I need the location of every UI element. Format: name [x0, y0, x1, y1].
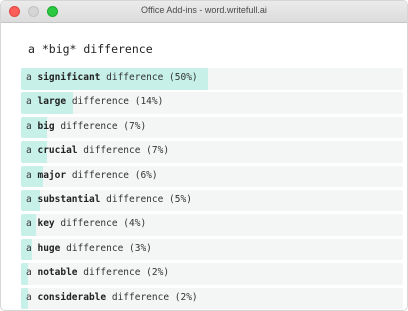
suggestion-suffix: difference (14%): [71, 96, 164, 108]
suggestion-row[interactable]: a substantial difference (5%): [21, 189, 403, 212]
suggestion-text: a major difference (6%): [26, 170, 158, 181]
suggestion-word: notable: [37, 267, 78, 279]
search-query: a *big* difference: [28, 42, 153, 56]
suggestion-text: a substantial difference (5%): [26, 194, 192, 205]
suggestion-text: a notable difference (2%): [26, 267, 169, 278]
suggestion-row[interactable]: a big difference (7%): [21, 116, 403, 139]
suggestion-prefix: a: [26, 242, 32, 254]
suggestion-row[interactable]: a large difference (14%): [21, 92, 403, 114]
suggestion-word: huge: [37, 242, 61, 254]
suggestion-row[interactable]: a major difference (6%): [21, 165, 403, 188]
suggestion-prefix: a: [26, 169, 32, 181]
suggestion-prefix: a: [26, 145, 32, 157]
suggestion-text: a crucial difference (7%): [26, 145, 169, 156]
title-bar: Office Add-ins - word.writefull.ai: [1, 1, 407, 23]
addin-window: Office Add-ins - word.writefull.ai a *bi…: [0, 0, 408, 311]
suggestion-prefix: a: [26, 193, 32, 205]
suggestion-text: a large difference (14%): [26, 96, 163, 107]
suggestion-row[interactable]: a significant difference (50%): [21, 68, 403, 90]
suggestion-suffix: difference (4%): [60, 218, 147, 230]
suggestion-text: a significant difference (50%): [26, 72, 198, 83]
suggestion-suffix: difference (5%): [106, 193, 192, 205]
suggestion-row[interactable]: a crucial difference (7%): [21, 141, 403, 163]
suggestion-word: substantial: [37, 193, 101, 205]
suggestion-word: large: [37, 96, 67, 108]
suggestion-word: big: [37, 120, 55, 132]
suggestion-suffix: difference (3%): [66, 242, 152, 254]
suggestion-word: considerable: [37, 291, 107, 303]
window-title: Office Add-ins - word.writefull.ai: [141, 5, 267, 15]
suggestion-text: a big difference (7%): [26, 121, 146, 132]
suggestion-suffix: difference (50%): [106, 72, 198, 83]
suggestion-text: a considerable difference (2%): [26, 292, 198, 303]
suggestion-row[interactable]: a key difference (4%): [21, 214, 403, 236]
suggestion-row[interactable]: a notable difference (2%): [21, 263, 403, 285]
suggestion-prefix: a: [26, 267, 32, 279]
suggestion-list: a significant difference (50%) a large di…: [21, 68, 403, 310]
suggestion-suffix: difference (7%): [60, 120, 147, 132]
suggestion-text: a huge difference (3%): [26, 243, 152, 254]
suggestion-suffix: difference (6%): [71, 169, 158, 181]
suggestion-prefix: a: [26, 72, 32, 83]
suggestion-word: crucial: [37, 145, 78, 157]
suggestion-word: major: [37, 169, 67, 181]
suggestion-prefix: a: [26, 218, 32, 230]
suggestion-prefix: a: [26, 96, 32, 108]
suggestion-suffix: difference (2%): [111, 291, 198, 303]
suggestion-suffix: difference (7%): [83, 145, 170, 157]
suggestion-text: a key difference (4%): [26, 218, 146, 229]
suggestion-row[interactable]: a considerable difference (2%): [21, 287, 403, 310]
suggestion-prefix: a: [26, 291, 32, 303]
suggestion-suffix: difference (2%): [83, 267, 170, 279]
suggestion-row[interactable]: a huge difference (3%): [21, 238, 403, 261]
suggestion-word: significant: [37, 72, 101, 83]
suggestion-prefix: a: [26, 120, 32, 132]
suggestion-word: key: [37, 218, 55, 230]
